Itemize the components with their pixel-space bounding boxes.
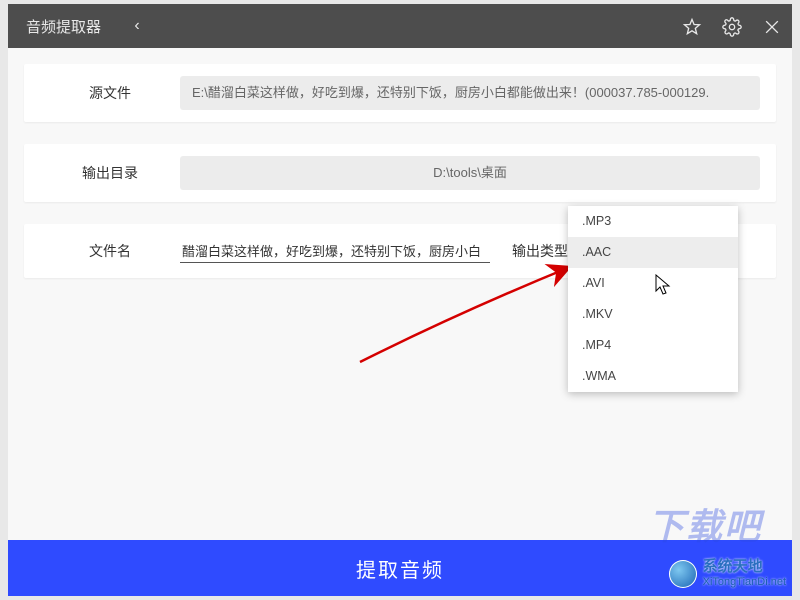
source-file-field[interactable]: E:\醋溜白菜这样做，好吃到爆，还特别下饭，厨房小白都能做出来！(000037.…	[180, 76, 760, 110]
filename-label: 文件名	[40, 241, 180, 261]
option-wma[interactable]: .WMA	[568, 361, 738, 392]
source-file-row: 源文件 E:\醋溜白菜这样做，好吃到爆，还特别下饭，厨房小白都能做出来！(000…	[24, 64, 776, 122]
filename-input[interactable]	[180, 239, 490, 263]
option-mkv[interactable]: .MKV	[568, 299, 738, 330]
option-mp3[interactable]: .MP3	[568, 206, 738, 237]
close-icon[interactable]	[752, 15, 792, 36]
option-aac[interactable]: .AAC	[568, 237, 738, 268]
back-button[interactable]: ‹	[119, 17, 155, 35]
settings-icon[interactable]	[712, 15, 752, 36]
option-avi[interactable]: .AVI	[568, 268, 738, 299]
option-mp4[interactable]: .MP4	[568, 330, 738, 361]
source-file-label: 源文件	[40, 83, 180, 103]
favorite-icon[interactable]	[672, 15, 712, 36]
output-dir-field[interactable]: D:\tools\桌面	[180, 156, 760, 190]
output-dir-row: 输出目录 D:\tools\桌面	[24, 144, 776, 202]
app-title: 音频提取器	[8, 16, 119, 37]
output-dir-label: 输出目录	[40, 163, 180, 183]
extract-audio-button[interactable]: 提取音频	[8, 540, 792, 596]
output-type-dropdown: .MP3 .AAC .AVI .MKV .MP4 .WMA	[568, 206, 738, 392]
titlebar: 音频提取器 ‹	[8, 4, 792, 48]
